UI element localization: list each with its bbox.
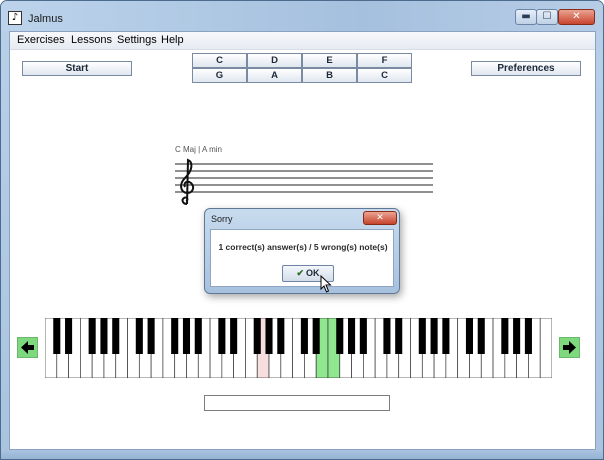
white-key[interactable] [539,318,552,378]
menu-exercises[interactable]: Exercises [17,34,65,46]
note-button[interactable]: G [192,68,247,83]
black-key[interactable] [524,318,532,354]
black-key[interactable] [147,318,155,354]
note-button[interactable]: C [192,53,247,68]
black-key[interactable] [312,318,320,354]
black-key[interactable] [65,318,73,354]
black-key[interactable] [112,318,120,354]
menu-lessons[interactable]: Lessons [71,34,112,46]
treble-clef-icon [180,158,195,205]
black-key[interactable] [501,318,509,354]
black-key[interactable] [253,318,261,354]
window-bottom-edge [1,451,603,459]
black-key[interactable] [442,318,450,354]
black-key[interactable] [135,318,143,354]
minimize-button[interactable]: ▬ [515,9,537,25]
black-key[interactable] [88,318,96,354]
ok-label: OK [306,268,320,278]
previous-arrow-button[interactable] [17,337,38,358]
black-key[interactable] [465,318,473,354]
black-key[interactable] [171,318,179,354]
black-key[interactable] [336,318,344,354]
menu-settings[interactable]: Settings [117,34,157,46]
black-key[interactable] [477,318,485,354]
preferences-button[interactable]: Preferences [471,61,581,76]
answer-field[interactable] [204,395,390,411]
black-key[interactable] [430,318,438,354]
maximize-button[interactable]: ☐ [536,9,558,25]
sorry-dialog: Sorry ✕ 1 correct(s) answer(s) / 5 wrong… [204,208,400,294]
black-key[interactable] [359,318,367,354]
black-key[interactable] [418,318,426,354]
menu-help[interactable]: Help [161,34,184,46]
black-key[interactable] [53,318,61,354]
black-key[interactable] [348,318,356,354]
black-key[interactable] [218,318,226,354]
key-signature-label: C Maj | A min [175,145,222,154]
music-staff [175,158,433,205]
black-key[interactable] [194,318,202,354]
black-key[interactable] [383,318,391,354]
note-button[interactable]: A [247,68,302,83]
black-key[interactable] [300,318,308,354]
next-arrow-button[interactable] [559,337,580,358]
note-button[interactable]: D [247,53,302,68]
note-button[interactable]: F [357,53,412,68]
left-arrow-icon [21,341,34,354]
black-key[interactable] [513,318,521,354]
black-key[interactable] [182,318,191,354]
piano-keyboard[interactable] [45,318,552,378]
menu-bar: Exercises Lessons Settings Help [10,32,595,50]
dialog-close-button[interactable]: ✕ [363,211,397,225]
dialog-message: 1 correct(s) answer(s) / 5 wrong(s) note… [218,242,388,252]
title-bar[interactable]: ♪ Jalmus ▬ ☐ ✕ [1,1,603,31]
music-note-icon: ♪ [8,11,22,25]
note-button[interactable]: B [302,68,357,83]
black-key[interactable] [230,318,238,354]
start-button[interactable]: Start [22,61,132,76]
mouse-cursor-icon [320,275,332,293]
right-arrow-icon [563,341,576,354]
checkmark-icon: ✔ [296,268,305,278]
black-key[interactable] [265,318,273,354]
note-button[interactable]: E [302,53,357,68]
window-title: Jalmus [28,13,63,25]
note-buttons: C D E F G A B C [192,53,413,83]
dialog-body: 1 correct(s) answer(s) / 5 wrong(s) note… [210,229,394,287]
dialog-title: Sorry [211,214,233,224]
black-key[interactable] [277,318,285,354]
note-button[interactable]: C [357,68,412,83]
close-button[interactable]: ✕ [558,9,595,25]
black-key[interactable] [395,318,403,354]
black-key[interactable] [100,318,108,354]
